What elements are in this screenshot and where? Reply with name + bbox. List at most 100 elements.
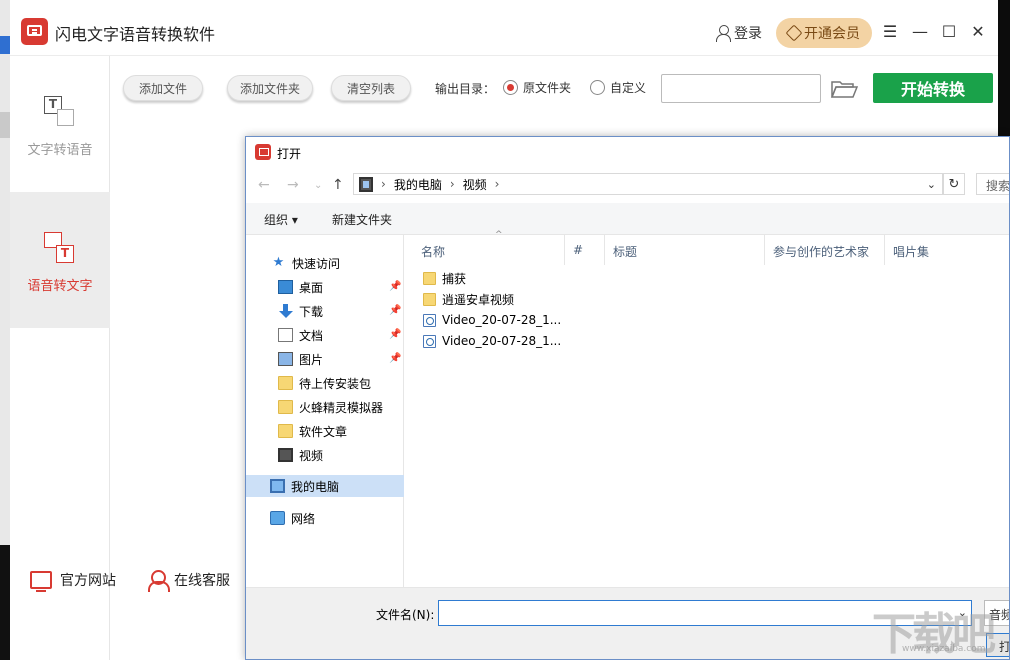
close-button[interactable]: ✕ <box>967 20 989 42</box>
folder-open-icon[interactable] <box>830 79 858 99</box>
breadcrumb-my-computer[interactable]: 我的电脑 <box>394 176 442 193</box>
vip-button[interactable]: 开通会员 <box>776 18 872 48</box>
search-input[interactable]: 搜索 <box>976 173 1009 195</box>
nav-desktop[interactable]: 桌面 📌 <box>246 276 404 298</box>
back-arrow-icon[interactable]: ← <box>258 177 270 193</box>
background-desktop-right <box>998 0 1010 137</box>
pin-icon[interactable]: 📌 <box>389 281 401 292</box>
nav-downloads[interactable]: 下载 📌 <box>246 300 404 322</box>
background-strip <box>0 36 10 54</box>
nav-label: 待上传安装包 <box>299 376 372 391</box>
official-website-link[interactable]: 官方网站 <box>30 570 116 592</box>
pin-icon[interactable]: 📌 <box>389 353 401 364</box>
title-bar: 闪电文字语音转换软件 登录 开通会员 ☰ — ☐ ✕ <box>10 0 998 56</box>
folder-icon <box>423 271 436 285</box>
file-name: 逍遥安卓视频 <box>442 292 515 307</box>
file-row[interactable]: Video_20-07-28_1... <box>423 310 561 330</box>
maximize-button[interactable]: ☐ <box>938 20 960 42</box>
breadcrumb-separator: › <box>381 177 386 191</box>
folder-icon <box>423 292 436 306</box>
dialog-nav-row: ← → ⌄ ↑ › 我的电脑 › 视频 › ⌄ ↻ 搜索 <box>246 167 1009 203</box>
clear-list-button[interactable]: 清空列表 <box>331 75 411 101</box>
nav-label: 网络 <box>291 511 316 526</box>
nav-folder[interactable]: 火蜂精灵模拟器 <box>246 396 404 418</box>
nav-documents[interactable]: 文档 📌 <box>246 324 404 346</box>
file-name: Video_20-07-28_1... <box>442 334 562 348</box>
organize-menu[interactable]: 组织 ▾ <box>264 211 298 228</box>
background-dark <box>0 545 10 660</box>
new-folder-button[interactable]: 新建文件夹 <box>332 211 392 228</box>
service-label: 在线客服 <box>174 573 230 589</box>
sidebar-item-text-to-speech[interactable]: T 文字转语音 <box>10 56 110 192</box>
nav-label: 快速访问 <box>292 256 341 271</box>
nav-my-computer[interactable]: 我的电脑 <box>246 475 404 497</box>
file-row[interactable]: 捕获 <box>423 268 466 288</box>
menu-button[interactable]: ☰ <box>879 20 901 42</box>
breadcrumb-separator: › <box>494 177 500 191</box>
radio-custom[interactable]: 自定义 <box>590 79 646 96</box>
background-strip <box>0 112 10 138</box>
nav-label: 文档 <box>299 328 324 343</box>
file-name: Video_20-07-28_1... <box>442 313 562 327</box>
nav-label: 软件文章 <box>299 424 348 439</box>
file-row[interactable]: Video_20-07-28_1... <box>423 331 561 351</box>
vip-label: 开通会员 <box>804 26 860 42</box>
folder-icon <box>278 400 293 414</box>
column-header-title[interactable]: 标题 <box>605 235 765 265</box>
nav-quick-access[interactable]: ★ 快速访问 <box>246 252 404 274</box>
nav-network[interactable]: 网络 <box>246 507 404 529</box>
output-directory-label: 输出目录： <box>435 82 496 96</box>
nav-folder[interactable]: 软件文章 <box>246 420 404 442</box>
output-path-input[interactable] <box>661 74 821 103</box>
breadcrumb-videos[interactable]: 视频 <box>463 176 487 193</box>
monitor-icon <box>30 571 52 592</box>
nav-label: 下载 <box>299 304 324 319</box>
address-bar[interactable]: › 我的电脑 › 视频 › ⌄ <box>353 173 943 195</box>
minimize-button[interactable]: — <box>909 20 931 42</box>
nav-videos[interactable]: 视频 <box>246 444 404 466</box>
nav-pictures[interactable]: 图片 📌 <box>246 348 404 370</box>
column-label: 名称 <box>421 245 446 259</box>
forward-arrow-icon[interactable]: → <box>287 177 299 193</box>
sidebar-item-speech-to-text[interactable]: T 语音转文字 <box>10 192 110 328</box>
online-service-link[interactable]: 在线客服 <box>148 570 230 592</box>
add-file-button[interactable]: 添加文件 <box>123 75 203 101</box>
column-header-name[interactable]: 名称 ^ <box>413 230 565 265</box>
nav-label: 桌面 <box>299 280 324 295</box>
column-header-artist[interactable]: 参与创作的艺术家 <box>765 235 885 265</box>
nav-label: 视频 <box>299 448 324 463</box>
pin-icon[interactable]: 📌 <box>389 305 401 316</box>
folder-icon <box>278 424 293 438</box>
refresh-button[interactable]: ↻ <box>943 173 965 195</box>
picture-icon <box>278 352 293 366</box>
file-row[interactable]: 逍遥安卓视频 <box>423 289 514 309</box>
login-button[interactable]: 登录 <box>716 23 762 43</box>
sort-ascending-icon: ^ <box>495 230 503 240</box>
pin-icon[interactable]: 📌 <box>389 329 401 340</box>
start-convert-button[interactable]: 开始转换 <box>873 73 993 103</box>
radio-source-folder[interactable]: 原文件夹 <box>503 79 571 96</box>
nav-label: 火蜂精灵模拟器 <box>299 400 384 415</box>
dialog-title: 打开 <box>277 147 302 161</box>
nav-folder[interactable]: 待上传安装包 <box>246 372 404 394</box>
add-folder-button[interactable]: 添加文件夹 <box>227 75 313 101</box>
column-header-album[interactable]: 唱片集 <box>885 235 1009 265</box>
filename-label: 文件名(N): <box>376 608 435 622</box>
radio-label: 自定义 <box>610 81 647 95</box>
app-logo-icon <box>21 18 48 45</box>
file-name: 捕获 <box>442 271 467 286</box>
footer-links: 官方网站 在线客服 <box>10 552 250 604</box>
column-header-number[interactable]: # <box>565 235 605 265</box>
up-arrow-icon[interactable]: ↑ <box>332 177 344 193</box>
video-folder-icon <box>359 176 373 192</box>
folder-icon <box>278 376 293 390</box>
file-list-pane: 名称 ^ # 标题 参与创作的艺术家 唱片集 捕获 逍遥安卓视频 Video_2… <box>405 230 1009 587</box>
computer-icon <box>270 479 285 493</box>
recent-chevron-icon[interactable]: ⌄ <box>314 180 322 191</box>
watermark-url: www.xiazaiba.com <box>902 644 986 654</box>
sidebar-item-label: 文字转语音 <box>27 143 93 158</box>
address-dropdown-icon[interactable]: ⌄ <box>927 178 936 191</box>
website-label: 官方网站 <box>60 573 116 589</box>
open-file-dialog: 打开 ← → ⌄ ↑ › 我的电脑 › 视频 › ⌄ ↻ 搜索 组织 ▾ 新建文… <box>245 136 1010 660</box>
radio-dot-selected <box>503 80 518 95</box>
